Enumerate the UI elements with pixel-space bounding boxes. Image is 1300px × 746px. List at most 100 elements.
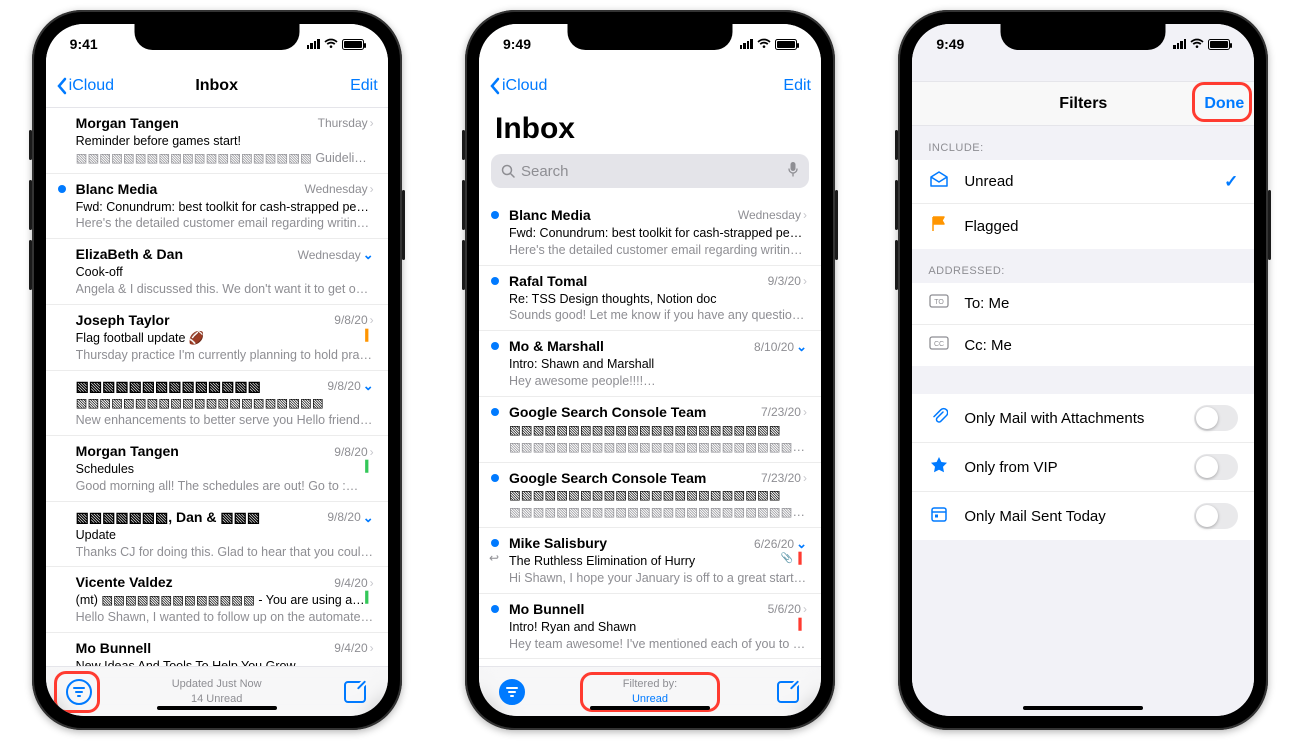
unread-dot [491,408,499,416]
section-include: INCLUDE: [912,126,1254,160]
filter-unread[interactable]: Unread ✓ [912,160,1254,204]
filter-to-me[interactable]: TO To: Me [912,283,1254,325]
subject: Re: TSS Design thoughts, Notion doc [509,291,807,308]
battery-icon [342,39,364,50]
subject: Reminder before games start! [76,133,374,150]
sender: Google Search Console Team [509,403,706,422]
clock: 9:41 [70,36,98,52]
sender: ElizaBeth & Dan [76,245,183,264]
sender: Blanc Media [76,180,158,199]
checkmark-icon: ✓ [1224,172,1238,192]
toggle[interactable] [1194,405,1238,431]
mail-row[interactable]: Mo & Marshall 8/10/20 ⌄ Intro: Shawn and… [479,331,821,397]
mail-row[interactable]: Rafal Tomal 9/3/20 › Re: TSS Design thou… [479,266,821,332]
preview: Angela & I discussed this. We don't want… [76,281,374,298]
preview: Here's the detailed customer email regar… [76,215,374,232]
flag-indicator: ▍ [799,618,807,633]
thread-icon: ⌄ [796,535,807,553]
toolbar-status: Updated Just Now [46,677,388,691]
chevron-right-icon: › [370,181,374,197]
sender: Mike Salisbury [509,534,607,553]
mail-list[interactable]: Morgan Tangen Thursday › Reminder before… [46,108,388,666]
date: Wednesday › [738,207,807,223]
mail-row[interactable]: Joseph Taylor 9/8/20 › Flag football upd… [46,305,388,371]
section-addressed: ADDRESSED: [912,249,1254,283]
preview: Thanks CJ for doing this. Glad to hear t… [76,544,374,561]
done-button[interactable]: Done [1204,95,1244,113]
mail-list[interactable]: Blanc Media Wednesday › Fwd: Conundrum: … [479,200,821,666]
date: 9/8/20 ⌄ [327,377,373,395]
search-icon [501,164,515,178]
svg-text:CC: CC [934,341,944,348]
phone-2: 9:49 iCloud Edit Inbox Search [465,10,835,730]
date: Wednesday ⌄ [298,246,374,264]
chevron-right-icon: › [370,640,374,656]
sender: Google Search Console Team [509,469,706,488]
filter-today[interactable]: Only Mail Sent Today [912,492,1254,540]
home-indicator[interactable] [590,706,710,710]
preview: Thursday practice I'm currently planning… [76,347,374,364]
flag-indicator: ▍ [799,552,807,567]
filter-flagged[interactable]: Flagged [912,204,1254,249]
mic-icon[interactable] [787,161,799,181]
flag-indicator: ▍ [365,460,373,475]
mail-row[interactable]: Blanc Media Wednesday › Fwd: Conundrum: … [479,200,821,266]
preview: Sounds good! Let me know if you have any… [509,307,807,324]
phone-3: 9:49 Filters Done INCLUDE: Unread [898,10,1268,730]
svg-text:TO: TO [935,299,945,306]
battery-icon [1208,39,1230,50]
page-title: Inbox [46,77,388,95]
search-input[interactable]: Search [491,154,809,188]
filter-vip[interactable]: Only from VIP [912,443,1254,492]
mail-row[interactable]: ↩︎ Mike Salisbury 6/26/20 ⌄ The Ruthless… [479,528,821,594]
mail-row[interactable]: Mo Bunnell 5/6/20 › Intro! Ryan and Shaw… [479,594,821,660]
home-indicator[interactable] [1023,706,1143,710]
mail-row[interactable]: Mo Bunnell 9/4/20 › New Ideas And Tools … [46,633,388,666]
mail-row[interactable]: Google Search Console Team 7/23/20 › ▧▧▧… [479,463,821,529]
preview: Hello Shawn, I wanted to follow up on th… [76,609,374,626]
mail-row[interactable]: Google Search Console Team 7/23/20 › ▧▧▧… [479,397,821,463]
calendar-icon [928,505,950,528]
signal-icon [740,39,753,49]
home-indicator[interactable] [157,706,277,710]
date: 7/23/20 › [761,470,807,486]
wifi-icon [1190,37,1204,51]
filter-cc-me[interactable]: CC Cc: Me [912,325,1254,366]
mail-row[interactable]: ElizaBeth & Dan Wednesday ⌄ Cook-off Ang… [46,239,388,305]
large-title: Inbox [479,108,821,154]
toggle[interactable] [1194,503,1238,529]
preview: ▧▧▧▧▧▧▧▧▧▧▧▧▧▧▧▧▧▧▧▧▧▧▧▧▧▧▧ [509,439,807,456]
edit-button[interactable]: Edit [783,77,811,95]
subject: Fwd: Conundrum: best toolkit for cash-st… [76,199,374,216]
to-icon: TO [928,294,950,313]
date: Wednesday › [305,181,374,197]
back-button[interactable]: iCloud [489,77,547,95]
sender: ▧▧▧▧▧▧▧▧▧▧▧▧▧▧ [76,377,261,396]
subject: The Ruthless Elimination of Hurry [509,553,807,570]
mail-row[interactable]: Vicente Valdez 9/4/20 › (mt) ▧▧▧▧▧▧▧▧▧▧▧… [46,567,388,633]
edit-button[interactable]: Edit [350,77,378,95]
signal-icon [1173,39,1186,49]
chevron-right-icon: › [803,207,807,223]
mail-row[interactable]: Morgan Tangen 9/8/20 › Schedules Good mo… [46,436,388,502]
mail-open-icon [928,171,950,192]
date: 8/10/20 ⌄ [754,338,807,356]
paperclip-icon [928,407,950,430]
signal-icon [307,39,320,49]
mail-row[interactable]: ▧▧▧▧▧▧▧▧▧▧▧▧▧▧ 9/8/20 ⌄ ▧▧▧▧▧▧▧▧▧▧▧▧▧▧▧▧… [46,371,388,437]
filter-status[interactable]: Filtered by: Unread [479,677,821,706]
nav-bar: iCloud Inbox Edit [46,64,388,108]
chevron-right-icon: › [370,575,374,591]
date: 9/4/20 › [334,575,373,591]
clock: 9:49 [503,36,531,52]
toggle[interactable] [1194,454,1238,480]
chevron-right-icon: › [370,312,374,328]
chevron-right-icon: › [803,601,807,617]
filter-attachments[interactable]: Only Mail with Attachments [912,394,1254,443]
mail-row[interactable]: Morgan Tangen Thursday › Reminder before… [46,108,388,174]
mail-row[interactable]: Blanc Media Wednesday › Fwd: Conundrum: … [46,174,388,240]
mail-row[interactable]: ▧▧▧▧▧▧▧, Dan & ▧▧▧ 9/8/20 ⌄ Update Thank… [46,502,388,568]
wifi-icon [757,37,771,51]
preview: New enhancements to better serve you Hel… [76,412,374,429]
sender: Mo Bunnell [76,639,151,658]
